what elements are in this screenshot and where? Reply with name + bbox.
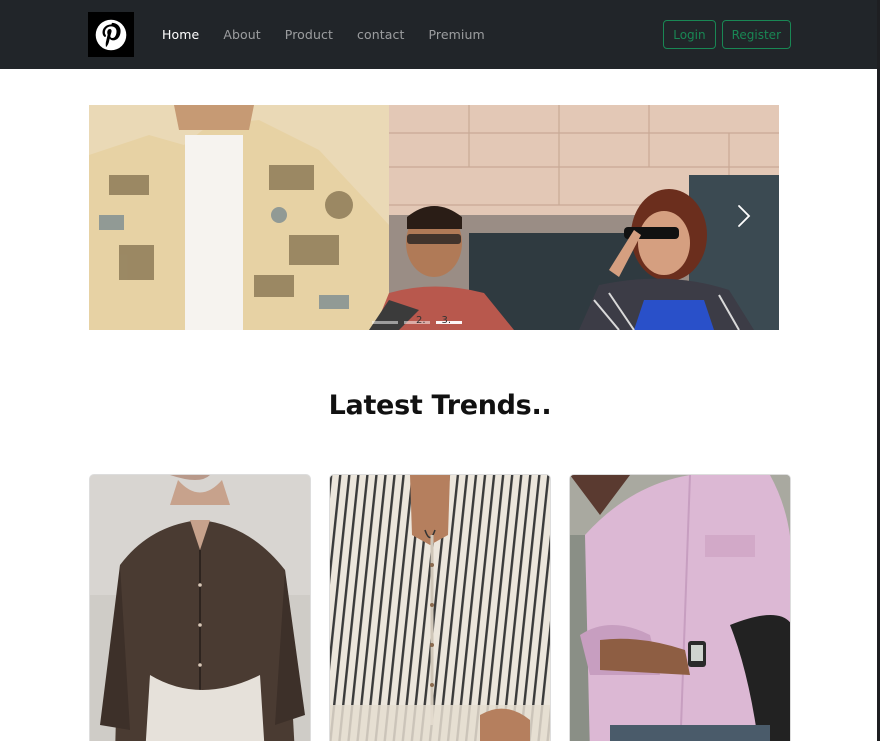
- nav-about[interactable]: About: [211, 27, 272, 42]
- auth-buttons: Login Register: [663, 20, 791, 49]
- hero-carousel[interactable]: 2. 3.: [89, 105, 779, 330]
- section-title: Latest Trends..: [328, 390, 552, 421]
- carousel-slide-image: [89, 105, 779, 330]
- navbar: Home About Product contact Premium Login…: [0, 0, 880, 69]
- register-button[interactable]: Register: [721, 20, 791, 49]
- carousel-indicator-1[interactable]: [372, 321, 398, 324]
- card-image-striped-shirt: [330, 475, 550, 741]
- trend-card-striped-shirt[interactable]: [329, 474, 551, 741]
- indicator-label-2: 2.: [416, 315, 426, 326]
- indicator-label-3: 3.: [441, 315, 452, 326]
- indicator-labels: 2. 3.: [416, 315, 451, 326]
- nav-premium[interactable]: Premium: [416, 27, 496, 42]
- login-button[interactable]: Login: [663, 20, 716, 49]
- trend-cards: [89, 474, 791, 741]
- chevron-right-icon: [738, 205, 751, 227]
- brand-logo[interactable]: [88, 12, 134, 57]
- nav-links: Home About Product contact Premium: [150, 0, 497, 69]
- nav-product[interactable]: Product: [273, 27, 345, 42]
- card-image-pink-shirt: [570, 475, 790, 741]
- trend-card-pink-shirt[interactable]: [569, 474, 791, 741]
- carousel-next-button[interactable]: [729, 201, 759, 231]
- card-image-brown-shirt: [90, 475, 310, 741]
- trend-card-brown-shirt[interactable]: [89, 474, 311, 741]
- nav-contact[interactable]: contact: [345, 27, 416, 42]
- pinterest-logo-icon: [95, 19, 127, 50]
- nav-home[interactable]: Home: [150, 27, 211, 42]
